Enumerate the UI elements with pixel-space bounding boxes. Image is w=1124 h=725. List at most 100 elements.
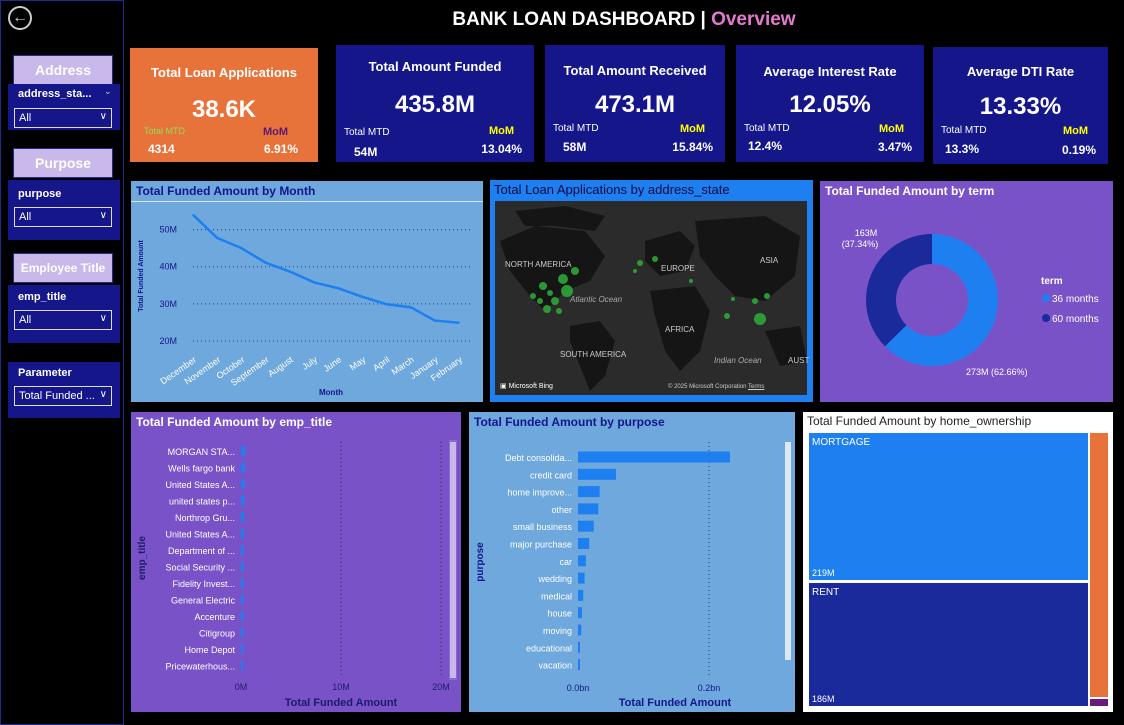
kpi-card-total-amount-received[interactable]: Total Amount Received 473.1M Total MTD M… [545,45,725,162]
scrollbar-thumb [785,442,791,660]
address-dropdown-value: All [19,112,32,124]
bar [241,561,244,572]
line-point [313,281,315,284]
y-tick-label: Social Security ... [165,563,235,573]
y-tick-label: General Electric [171,596,236,606]
x-tick-label: 20M [432,682,450,692]
chevron-down-icon: ∨ [99,389,107,400]
map-label: Indian Ocean [714,356,762,365]
tile-label: MORTGAGE [812,437,871,448]
home-ownership-title: Total Funded Amount by home_ownership [807,414,1032,428]
home-ownership-treemap[interactable]: Total Funded Amount by home_ownership MO… [803,412,1113,712]
y-tick-label: 50M [159,225,177,235]
emp-title-slicer: emp_title All ∨ [8,285,120,343]
bing-attribution: Microsoft Bing [508,383,553,390]
y-tick-label: educational [526,643,572,653]
map-label: ASIA [760,256,779,265]
bar [241,627,244,638]
term-donut-svg: 273M (62.66%) 163M(37.34%) term 36 months 60… [842,228,1099,377]
y-axis-title: purpose [475,542,486,582]
x-tick-label: 0M [235,682,248,692]
x-tick-label: 10M [332,682,350,692]
y-tick-label: car [559,557,572,567]
tile-label: RENT [812,587,840,598]
bar [241,594,244,605]
y-tick-label: vacation [538,661,572,671]
kpi-title: Total Loan Applications [151,65,297,80]
back-arrow-icon[interactable]: ← [8,6,32,30]
page-title: BANK LOAN DASHBOARD | Overview [124,0,1124,40]
emp-title-bar-chart[interactable]: Total Funded Amount by emp_title 0M 10M 20… [131,412,461,712]
kpi-mtd-value: 54M [354,145,378,159]
address-slicer: address_sta... ⌄ All ∨ [8,84,120,130]
bar [241,462,245,473]
kpi-card-average-interest-rate[interactable]: Average Interest Rate 12.05% Total MTD M… [736,45,924,162]
bar [241,512,245,522]
emp-title-dropdown[interactable]: All ∨ [14,310,112,330]
treemap-tile-other[interactable] [1089,698,1109,707]
kpi-mtd-label: Total MTD [744,123,790,134]
chevron-down-icon: ∨ [99,210,107,221]
purpose-bar-chart[interactable]: Total Funded Amount by purpose 0.0bn 0.2b… [469,412,795,712]
chevron-down-icon: ∨ [99,313,107,324]
map-terms-link[interactable]: Terms [748,384,764,390]
month-line-svg: 20M30M40M50MDecemberNovemberOctoberSepte… [138,213,471,397]
kpi-mom-label: MoM [878,123,904,135]
bing-logo: ▣ Microsoft Bing [500,383,553,390]
bar [578,451,730,463]
emp-title-bar-svg: 0M 10M 20M MORGAN STA... Wells fargo bank Uni… [137,440,457,709]
kpi-card-total-loan-applications[interactable]: Total Loan Applications 38.6K Total MTD … [130,48,318,162]
purpose-slicer-label: purpose [18,188,62,200]
y-tick-label: Home Depot [184,645,235,655]
x-tick-label: June [322,354,344,373]
world-map[interactable] [495,201,807,395]
kpi-card-total-amount-funded[interactable]: Total Amount Funded 435.8M Total MTD MoM… [336,45,534,162]
legend-marker [1042,294,1050,302]
y-tick-label: United States A... [165,530,235,540]
map-label: Atlantic Ocean [570,295,623,304]
month-line-chart[interactable]: Total Funded Amount by Month 20M 30M 40M 50… [131,181,483,402]
kpi-mom-value: 3.47% [877,140,912,154]
y-tick-label: MORGAN STA... [168,447,235,457]
bar [578,486,600,498]
y-tick-label: United States A... [165,480,235,490]
kpi-title: Total Amount Received [563,63,707,78]
purpose-bar-svg: 0.0bn 0.2bn Debt consolida... credit card ho… [475,442,791,709]
y-tick-label: 40M [159,262,177,272]
purpose-dropdown-value: All [19,211,32,223]
line-point [216,237,218,239]
map-title: Total Loan Applications by address_state [494,182,730,197]
y-axis-title: emp_title [137,536,148,580]
y-tick-label: Fidelity Invest... [172,579,235,589]
y-tick-label: united states p... [169,497,235,507]
term-donut-chart[interactable]: Total Funded Amount by term 273M (62.66%… [820,181,1113,402]
purpose-dropdown[interactable]: All ∨ [14,207,112,227]
kpi-mtd-label: Total MTD [144,126,186,136]
parameter-slicer: Parameter Total Funded ... ∨ [8,362,120,418]
address-dropdown[interactable]: All ∨ [14,108,112,128]
bar [578,520,594,532]
map-label: AFRICA [665,325,695,334]
kpi-title: Average Interest Rate [763,64,897,79]
legend-label: 60 months [1052,314,1099,325]
data-label: 163M [855,228,878,238]
y-tick-label: home improve... [507,488,572,498]
kpi-value: 13.33% [979,93,1062,120]
parameter-dropdown[interactable]: Total Funded ... ∨ [14,386,112,406]
kpi-mom-value: 13.04% [481,142,522,156]
bar [241,528,244,539]
kpi-mom-label: MoM [679,123,705,135]
kpi-value: 12.05% [789,91,871,118]
treemap-tile-own[interactable] [1089,432,1109,698]
kpi-card-average-dti-rate[interactable]: Average DTI Rate 13.33% Total MTD MoM 13… [933,47,1108,164]
map-label: EUROPE [661,264,695,273]
bar [578,589,584,601]
chevron-down-icon: ⌄ [104,86,112,96]
kpi-title: Average DTI Rate [966,64,1075,79]
y-tick-label: Pricewaterhous... [165,662,235,672]
y-tick-label: moving [543,626,572,636]
bar [578,503,599,515]
treemap-tile-rent[interactable]: RENT 186M [808,582,1089,707]
map-panel[interactable]: Total Loan Applications by address_state… [490,180,813,402]
treemap-tile-mortgage[interactable]: MORTGAGE 219M [808,432,1089,581]
